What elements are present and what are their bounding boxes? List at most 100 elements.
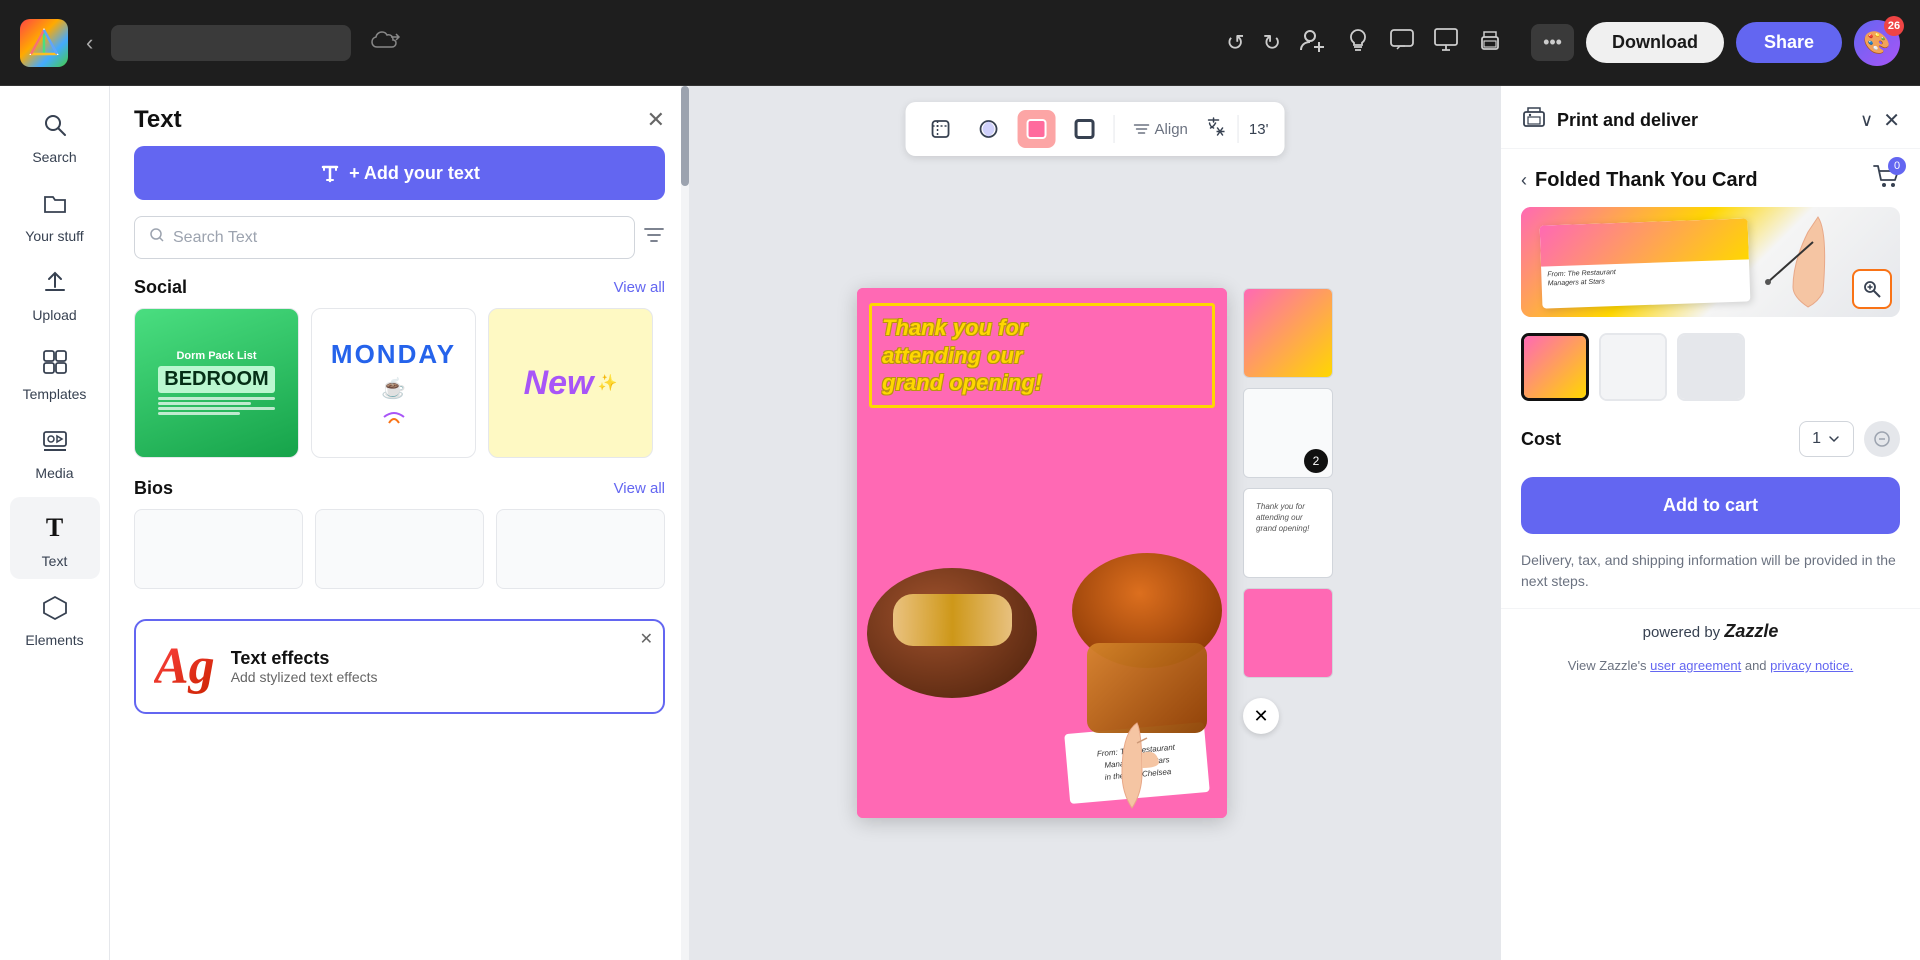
monday-text: MONDAY	[331, 339, 456, 370]
qty-select[interactable]: 1	[1799, 421, 1854, 457]
canvas-page[interactable]: Page 1 / 1 - Add title Thank you foratte…	[857, 288, 1227, 818]
border-color-icon[interactable]	[1066, 110, 1104, 148]
social-view-all-link[interactable]: View all	[614, 279, 665, 296]
sidebar-item-search[interactable]: Search	[10, 102, 100, 175]
page-size-label: 13'	[1249, 121, 1269, 138]
redo-button[interactable]: ↻	[1263, 30, 1281, 56]
main-layout: Search Your stuff Upload	[0, 86, 1920, 960]
search-text-input[interactable]: Search Text	[134, 216, 635, 259]
social-card-1[interactable]: Dorm Pack List BEDROOM	[134, 308, 299, 458]
text-effects-title: Text effects	[231, 648, 378, 669]
powered-by-label: powered by	[1643, 624, 1721, 641]
text-panel-close-button[interactable]: ✕	[647, 107, 665, 133]
rp-back-row: ‹ Folded Thank You Card	[1521, 169, 1758, 192]
lightbulb-icon[interactable]	[1345, 27, 1371, 59]
text-panel-scroll[interactable]: Social View all Dorm Pack List BEDROOM	[110, 277, 689, 960]
left-sidebar: Search Your stuff Upload	[0, 86, 110, 960]
sidebar-label-your-stuff: Your stuff	[25, 228, 83, 244]
undo-button[interactable]: ↺	[1226, 30, 1244, 56]
qty-circle-button[interactable]	[1864, 421, 1900, 457]
back-button[interactable]: ‹	[86, 30, 93, 56]
sidebar-item-templates[interactable]: Templates	[10, 339, 100, 412]
text-effects-close-button[interactable]: ✕	[640, 629, 653, 649]
download-button[interactable]: Download	[1586, 22, 1724, 63]
sidebar-label-upload: Upload	[32, 307, 76, 323]
add-text-button[interactable]: + Add your text	[134, 146, 665, 200]
toolbar-icons: ↺ ↻	[1226, 26, 1503, 60]
sidebar-item-your-stuff[interactable]: Your stuff	[10, 181, 100, 254]
card-decoration-icon	[379, 407, 409, 427]
bios-cards	[110, 509, 689, 609]
bedroom-label: BEDROOM	[158, 366, 274, 393]
search-icon	[42, 112, 68, 145]
bios-view-all-link[interactable]: View all	[614, 480, 665, 497]
canvas-toolbar: Align 13'	[906, 102, 1285, 156]
share-button[interactable]: Share	[1736, 22, 1842, 63]
rp-cart-wrapper: 0	[1872, 163, 1900, 197]
user-agreement-link[interactable]: user agreement	[1650, 658, 1741, 673]
text-effects-card[interactable]: ✕ Ag Text effects Add stylized text effe…	[134, 619, 665, 714]
crop-tool-icon[interactable]	[922, 110, 960, 148]
canvas-thumb-1[interactable]	[1243, 288, 1333, 378]
rp-collapse-icon[interactable]: ∨	[1860, 110, 1873, 131]
qty-value: 1	[1812, 430, 1821, 448]
print-deliver-icon	[1521, 104, 1547, 136]
page-number-badge: 2	[1304, 449, 1328, 473]
bio-card-3[interactable]	[496, 509, 665, 589]
bio-card-1[interactable]	[134, 509, 303, 589]
app-logo[interactable]	[20, 19, 68, 67]
variant-image-3	[1679, 335, 1743, 399]
variant-image-2	[1601, 335, 1665, 399]
translate-button[interactable]	[1206, 115, 1228, 143]
canvas-area: Align 13' Page 1 / 1 - Add title	[690, 86, 1500, 960]
social-card-2[interactable]: MONDAY ☕	[311, 308, 476, 458]
fill-color-icon[interactable]	[1018, 110, 1056, 148]
add-collaborator-icon[interactable]	[1299, 26, 1327, 60]
sidebar-label-search: Search	[32, 149, 76, 165]
align-label: Align	[1155, 121, 1188, 138]
cost-label: Cost	[1521, 429, 1561, 450]
bios-label: Bios	[134, 478, 173, 499]
add-to-cart-button[interactable]: Add to cart	[1521, 477, 1900, 534]
document-title-input[interactable]	[111, 25, 351, 61]
comment-icon[interactable]	[1389, 27, 1415, 59]
canvas-thank-you-text: Thank you forattending ourgrand opening!	[882, 314, 1202, 397]
print-deliver-header-left: Print and deliver	[1521, 104, 1698, 136]
rp-delivery-note: Delivery, tax, and shipping information …	[1501, 550, 1920, 608]
avatar[interactable]: 🎨 26	[1854, 20, 1900, 66]
rp-zazzle: powered by Zazzle	[1501, 608, 1920, 650]
sidebar-item-elements[interactable]: Elements	[10, 585, 100, 658]
print-deliver-header: Print and deliver ∨ ✕	[1501, 86, 1920, 149]
cloud-save-icon	[371, 29, 403, 57]
social-section-header: Social View all	[110, 277, 689, 308]
zazzle-brand: Zazzle	[1724, 621, 1778, 641]
sidebar-item-upload[interactable]: Upload	[10, 260, 100, 333]
text-panel-scroll-thumb[interactable]	[681, 86, 689, 186]
filter-button[interactable]	[643, 224, 665, 252]
sidebar-label-text: Text	[42, 553, 68, 569]
elements-icon	[42, 595, 68, 628]
zoom-button[interactable]	[1852, 269, 1892, 309]
present-icon[interactable]	[1433, 27, 1459, 59]
privacy-notice-link[interactable]: privacy notice.	[1770, 658, 1853, 673]
variant-item-1[interactable]	[1521, 333, 1589, 401]
align-button[interactable]: Align	[1125, 116, 1196, 142]
canvas-thumb-4[interactable]	[1243, 588, 1333, 678]
close-side-panel-button[interactable]: ✕	[1243, 698, 1279, 734]
rp-close-button[interactable]: ✕	[1883, 108, 1900, 133]
canvas-thumb-3[interactable]: Thank you forattending ourgrand opening!	[1243, 488, 1333, 578]
print-icon[interactable]	[1477, 27, 1503, 59]
color-picker-icon[interactable]	[970, 110, 1008, 148]
rp-back-icon[interactable]: ‹	[1521, 170, 1527, 191]
rp-product-title: Folded Thank You Card	[1535, 169, 1758, 192]
variant-item-2[interactable]	[1599, 333, 1667, 401]
more-options-button[interactable]: •••	[1531, 24, 1574, 61]
variant-item-3[interactable]	[1677, 333, 1745, 401]
bio-card-2[interactable]	[315, 509, 484, 589]
templates-icon	[42, 349, 68, 382]
thumb-image-1	[1244, 289, 1332, 377]
canvas-thumb-2[interactable]: 2	[1243, 388, 1333, 478]
sidebar-item-text[interactable]: T Text	[10, 497, 100, 579]
social-card-3[interactable]: New ✨	[488, 308, 653, 458]
sidebar-item-media[interactable]: Media	[10, 418, 100, 491]
